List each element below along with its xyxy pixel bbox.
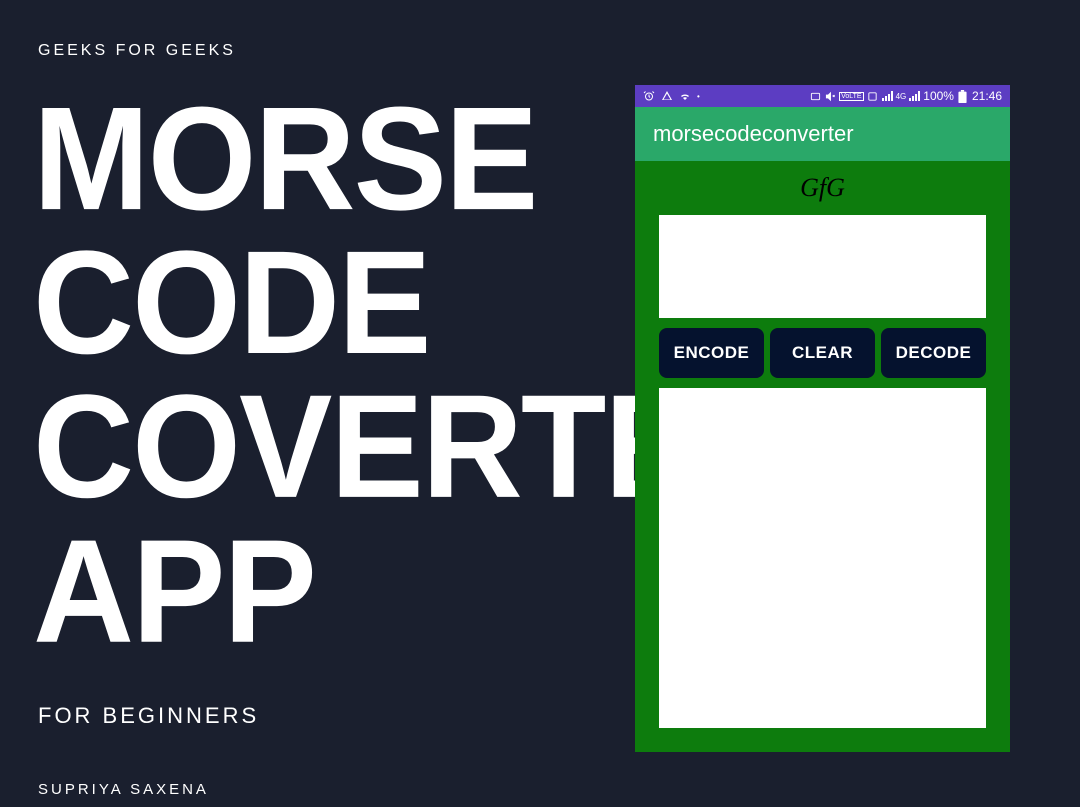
status-bar: • VoLTE 4G 100%: [635, 85, 1010, 107]
signal-icon-1: [882, 91, 893, 101]
status-bar-right: VoLTE 4G 100% 21:46: [809, 89, 1002, 103]
encode-button[interactable]: ENCODE: [659, 328, 764, 378]
author-name: SUPRIYA SAXENA: [38, 781, 209, 798]
warning-icon: [661, 90, 673, 102]
app-icon: [867, 90, 879, 102]
app-bar: morsecodeconverter: [635, 107, 1010, 161]
app-body: GfG ENCODE CLEAR DECODE: [635, 161, 1010, 752]
wifi-icon: [679, 90, 691, 102]
app-label: GfG: [800, 173, 845, 203]
alarm-icon: [643, 90, 655, 102]
subtitle: FOR BEGINNERS: [38, 703, 259, 729]
mute-icon: [824, 90, 836, 102]
output-textarea[interactable]: [659, 388, 986, 728]
card-icon: [809, 90, 821, 102]
input-textarea[interactable]: [659, 215, 986, 318]
app-bar-title: morsecodeconverter: [653, 121, 854, 147]
dot-icon: •: [697, 92, 700, 101]
volte-label: VoLTE: [839, 92, 864, 101]
signal-icon-2: [909, 91, 920, 101]
clear-button[interactable]: CLEAR: [770, 328, 875, 378]
decode-button[interactable]: DECODE: [881, 328, 986, 378]
phone-screenshot: • VoLTE 4G 100%: [635, 85, 1010, 752]
header-brand: GEEKS FOR GEEKS: [38, 42, 236, 60]
battery-percent: 100%: [923, 89, 954, 103]
status-bar-left: •: [643, 90, 700, 102]
battery-icon: [957, 90, 969, 102]
status-time: 21:46: [972, 89, 1002, 103]
button-row: ENCODE CLEAR DECODE: [659, 328, 986, 378]
network-label: 4G: [896, 92, 907, 101]
